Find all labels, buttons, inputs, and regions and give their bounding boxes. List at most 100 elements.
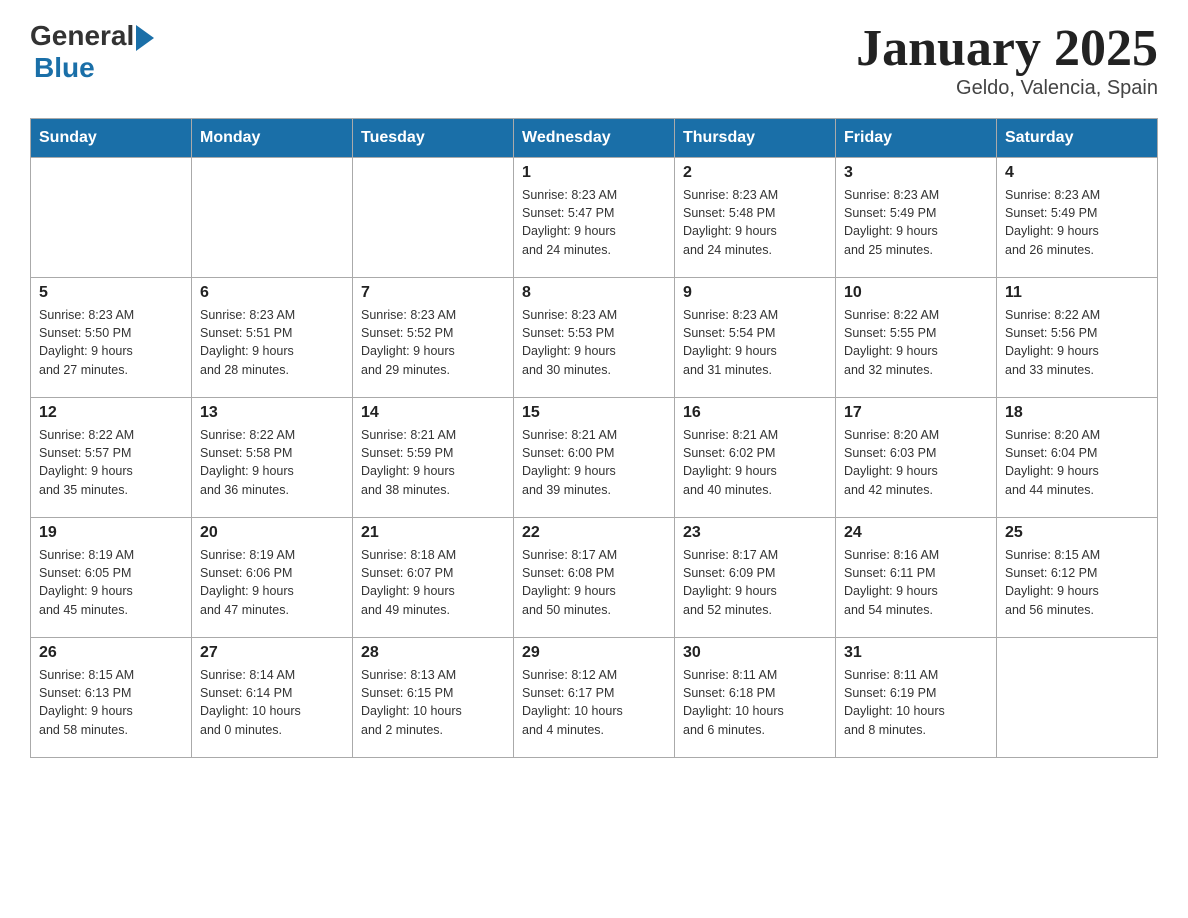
day-number: 20 bbox=[200, 524, 344, 542]
day-number: 28 bbox=[361, 644, 505, 662]
day-info: Sunrise: 8:23 AMSunset: 5:53 PMDaylight:… bbox=[522, 306, 666, 379]
logo: General Blue bbox=[30, 20, 154, 84]
calendar-cell bbox=[31, 158, 192, 278]
day-info: Sunrise: 8:23 AMSunset: 5:49 PMDaylight:… bbox=[1005, 186, 1149, 259]
day-info: Sunrise: 8:18 AMSunset: 6:07 PMDaylight:… bbox=[361, 546, 505, 619]
day-info: Sunrise: 8:16 AMSunset: 6:11 PMDaylight:… bbox=[844, 546, 988, 619]
day-number: 1 bbox=[522, 164, 666, 182]
calendar-cell: 1 Sunrise: 8:23 AMSunset: 5:47 PMDaylight… bbox=[514, 158, 675, 278]
calendar-cell: 27 Sunrise: 8:14 AMSunset: 6:14 PMDayligh… bbox=[192, 638, 353, 758]
logo-general-text: General bbox=[30, 20, 134, 52]
calendar-cell: 24 Sunrise: 8:16 AMSunset: 6:11 PMDayligh… bbox=[836, 518, 997, 638]
day-info: Sunrise: 8:19 AMSunset: 6:05 PMDaylight:… bbox=[39, 546, 183, 619]
calendar-day-header: Friday bbox=[836, 119, 997, 158]
day-info: Sunrise: 8:12 AMSunset: 6:17 PMDaylight:… bbox=[522, 666, 666, 739]
calendar-cell: 15 Sunrise: 8:21 AMSunset: 6:00 PMDayligh… bbox=[514, 398, 675, 518]
calendar-cell: 29 Sunrise: 8:12 AMSunset: 6:17 PMDayligh… bbox=[514, 638, 675, 758]
day-info: Sunrise: 8:19 AMSunset: 6:06 PMDaylight:… bbox=[200, 546, 344, 619]
day-number: 19 bbox=[39, 524, 183, 542]
calendar-cell: 22 Sunrise: 8:17 AMSunset: 6:08 PMDayligh… bbox=[514, 518, 675, 638]
calendar-week-row: 5Sunrise: 8:23 AMSunset: 5:50 PMDaylight… bbox=[31, 278, 1158, 398]
calendar-cell: 14Sunrise: 8:21 AMSunset: 5:59 PMDayligh… bbox=[353, 398, 514, 518]
day-info: Sunrise: 8:14 AMSunset: 6:14 PMDaylight:… bbox=[200, 666, 344, 739]
page-subtitle: Geldo, Valencia, Spain bbox=[856, 77, 1158, 100]
day-number: 21 bbox=[361, 524, 505, 542]
calendar-cell: 5Sunrise: 8:23 AMSunset: 5:50 PMDaylight… bbox=[31, 278, 192, 398]
day-number: 7 bbox=[361, 284, 505, 302]
day-number: 10 bbox=[844, 284, 988, 302]
day-number: 31 bbox=[844, 644, 988, 662]
title-block: January 2025 Geldo, Valencia, Spain bbox=[856, 20, 1158, 100]
day-number: 8 bbox=[522, 284, 666, 302]
day-number: 14 bbox=[361, 404, 505, 422]
day-info: Sunrise: 8:11 AMSunset: 6:18 PMDaylight:… bbox=[683, 666, 827, 739]
day-info: Sunrise: 8:22 AMSunset: 5:57 PMDaylight:… bbox=[39, 426, 183, 499]
day-info: Sunrise: 8:17 AMSunset: 6:08 PMDaylight:… bbox=[522, 546, 666, 619]
day-info: Sunrise: 8:15 AMSunset: 6:12 PMDaylight:… bbox=[1005, 546, 1149, 619]
calendar-cell: 18Sunrise: 8:20 AMSunset: 6:04 PMDayligh… bbox=[997, 398, 1158, 518]
day-number: 30 bbox=[683, 644, 827, 662]
day-number: 9 bbox=[683, 284, 827, 302]
day-info: Sunrise: 8:23 AMSunset: 5:54 PMDaylight:… bbox=[683, 306, 827, 379]
logo-blue-text: Blue bbox=[34, 52, 154, 84]
calendar-cell: 28 Sunrise: 8:13 AMSunset: 6:15 PMDayligh… bbox=[353, 638, 514, 758]
calendar-cell: 11Sunrise: 8:22 AMSunset: 5:56 PMDayligh… bbox=[997, 278, 1158, 398]
day-number: 5 bbox=[39, 284, 183, 302]
calendar-day-header: Thursday bbox=[675, 119, 836, 158]
day-number: 6 bbox=[200, 284, 344, 302]
day-number: 17 bbox=[844, 404, 988, 422]
calendar-cell bbox=[353, 158, 514, 278]
day-info: Sunrise: 8:11 AMSunset: 6:19 PMDaylight:… bbox=[844, 666, 988, 739]
day-number: 12 bbox=[39, 404, 183, 422]
calendar-week-row: 12 Sunrise: 8:22 AMSunset: 5:57 PMDayligh… bbox=[31, 398, 1158, 518]
day-number: 25 bbox=[1005, 524, 1149, 542]
day-info: Sunrise: 8:22 AMSunset: 5:58 PMDaylight:… bbox=[200, 426, 344, 499]
day-number: 22 bbox=[522, 524, 666, 542]
calendar-header-row: SundayMondayTuesdayWednesdayThursdayFrid… bbox=[31, 119, 1158, 158]
calendar-cell: 16Sunrise: 8:21 AMSunset: 6:02 PMDayligh… bbox=[675, 398, 836, 518]
calendar-day-header: Tuesday bbox=[353, 119, 514, 158]
day-number: 29 bbox=[522, 644, 666, 662]
calendar-cell: 10Sunrise: 8:22 AMSunset: 5:55 PMDayligh… bbox=[836, 278, 997, 398]
page-header: General Blue January 2025 Geldo, Valenci… bbox=[30, 20, 1158, 100]
calendar-cell: 26Sunrise: 8:15 AMSunset: 6:13 PMDayligh… bbox=[31, 638, 192, 758]
calendar-cell bbox=[997, 638, 1158, 758]
day-info: Sunrise: 8:23 AMSunset: 5:47 PMDaylight:… bbox=[522, 186, 666, 259]
day-number: 23 bbox=[683, 524, 827, 542]
calendar-cell: 19 Sunrise: 8:19 AMSunset: 6:05 PMDayligh… bbox=[31, 518, 192, 638]
day-number: 24 bbox=[844, 524, 988, 542]
page-title: January 2025 bbox=[856, 20, 1158, 77]
calendar-cell: 23 Sunrise: 8:17 AMSunset: 6:09 PMDayligh… bbox=[675, 518, 836, 638]
calendar-cell: 31 Sunrise: 8:11 AMSunset: 6:19 PMDayligh… bbox=[836, 638, 997, 758]
day-number: 13 bbox=[200, 404, 344, 422]
calendar-cell: 25 Sunrise: 8:15 AMSunset: 6:12 PMDayligh… bbox=[997, 518, 1158, 638]
calendar-cell: 17 Sunrise: 8:20 AMSunset: 6:03 PMDayligh… bbox=[836, 398, 997, 518]
calendar-day-header: Sunday bbox=[31, 119, 192, 158]
day-info: Sunrise: 8:21 AMSunset: 6:00 PMDaylight:… bbox=[522, 426, 666, 499]
day-info: Sunrise: 8:21 AMSunset: 6:02 PMDaylight:… bbox=[683, 426, 827, 499]
calendar-cell: 12 Sunrise: 8:22 AMSunset: 5:57 PMDayligh… bbox=[31, 398, 192, 518]
day-number: 2 bbox=[683, 164, 827, 182]
calendar-table: SundayMondayTuesdayWednesdayThursdayFrid… bbox=[30, 118, 1158, 758]
calendar-day-header: Saturday bbox=[997, 119, 1158, 158]
calendar-cell: 4Sunrise: 8:23 AMSunset: 5:49 PMDaylight… bbox=[997, 158, 1158, 278]
calendar-cell: 7 Sunrise: 8:23 AMSunset: 5:52 PMDaylight… bbox=[353, 278, 514, 398]
day-info: Sunrise: 8:20 AMSunset: 6:03 PMDaylight:… bbox=[844, 426, 988, 499]
day-number: 11 bbox=[1005, 284, 1149, 302]
day-info: Sunrise: 8:13 AMSunset: 6:15 PMDaylight:… bbox=[361, 666, 505, 739]
calendar-day-header: Monday bbox=[192, 119, 353, 158]
day-info: Sunrise: 8:20 AMSunset: 6:04 PMDaylight:… bbox=[1005, 426, 1149, 499]
calendar-cell: 21 Sunrise: 8:18 AMSunset: 6:07 PMDayligh… bbox=[353, 518, 514, 638]
calendar-cell: 2Sunrise: 8:23 AMSunset: 5:48 PMDaylight… bbox=[675, 158, 836, 278]
day-number: 3 bbox=[844, 164, 988, 182]
calendar-cell: 20 Sunrise: 8:19 AMSunset: 6:06 PMDayligh… bbox=[192, 518, 353, 638]
day-info: Sunrise: 8:17 AMSunset: 6:09 PMDaylight:… bbox=[683, 546, 827, 619]
calendar-cell: 6 Sunrise: 8:23 AMSunset: 5:51 PMDaylight… bbox=[192, 278, 353, 398]
day-number: 27 bbox=[200, 644, 344, 662]
day-info: Sunrise: 8:23 AMSunset: 5:51 PMDaylight:… bbox=[200, 306, 344, 379]
day-info: Sunrise: 8:23 AMSunset: 5:52 PMDaylight:… bbox=[361, 306, 505, 379]
calendar-week-row: 19 Sunrise: 8:19 AMSunset: 6:05 PMDayligh… bbox=[31, 518, 1158, 638]
calendar-week-row: 26Sunrise: 8:15 AMSunset: 6:13 PMDayligh… bbox=[31, 638, 1158, 758]
day-number: 15 bbox=[522, 404, 666, 422]
day-info: Sunrise: 8:15 AMSunset: 6:13 PMDaylight:… bbox=[39, 666, 183, 739]
